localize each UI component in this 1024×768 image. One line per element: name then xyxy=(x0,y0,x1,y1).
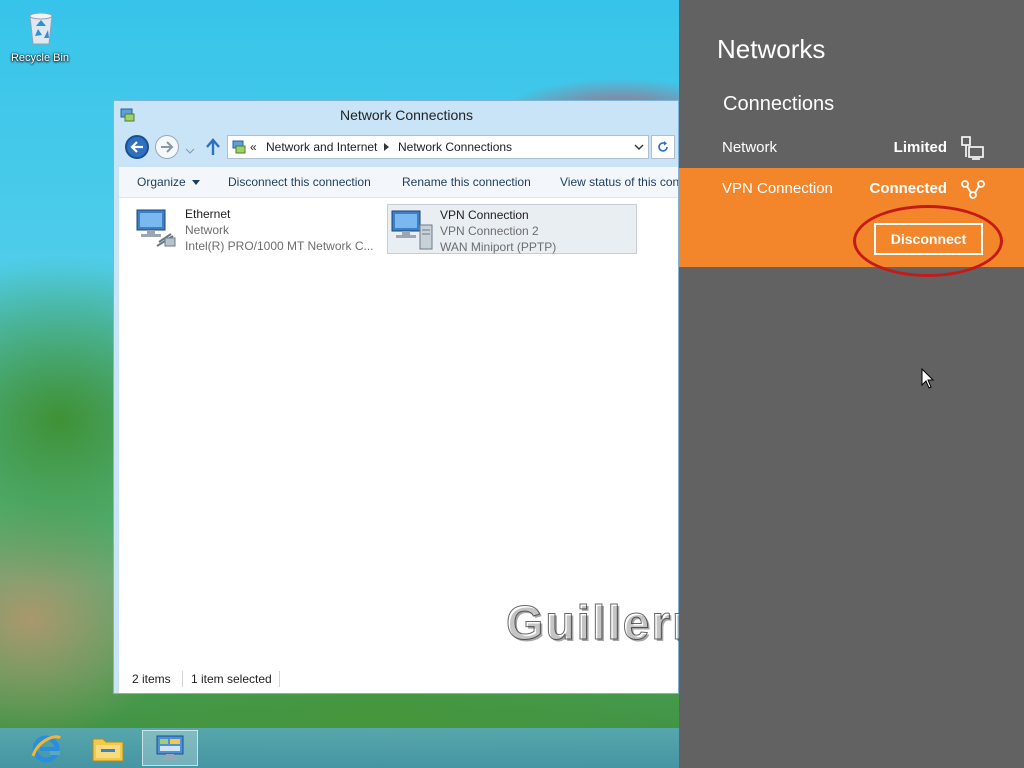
vpn-connection-status: Connected xyxy=(869,180,947,197)
status-divider xyxy=(182,671,183,687)
ethernet-name: Ethernet xyxy=(185,207,231,221)
ethernet-device: Intel(R) PRO/1000 MT Network C... xyxy=(185,239,374,253)
address-history-chevron-icon[interactable] xyxy=(634,141,644,155)
mouse-pointer-icon xyxy=(921,367,935,393)
breadcrumb-separator-icon[interactable] xyxy=(384,140,390,154)
connections-heading: Connections xyxy=(723,93,835,115)
connections-list: Ethernet Network Intel(R) PRO/1000 MT Ne… xyxy=(119,198,678,665)
control-panel-icon xyxy=(232,140,246,154)
recycle-bin-label: Recycle Bin xyxy=(10,52,70,64)
window-titlebar[interactable]: Network Connections xyxy=(114,101,678,131)
address-bar[interactable]: « Network and Internet Network Connectio… xyxy=(227,135,649,159)
ethernet-adapter-icon xyxy=(135,206,179,250)
vpn-name: VPN Connection xyxy=(440,208,529,222)
vpn-device: WAN Miniport (PPTP) xyxy=(440,240,557,254)
address-row: « Network and Internet Network Connectio… xyxy=(119,133,678,163)
networks-title: Networks xyxy=(717,34,826,64)
organize-label: Organize xyxy=(137,175,186,189)
view-status-button[interactable]: View status of this connection xyxy=(560,175,678,189)
vpn-type: VPN Connection 2 xyxy=(440,224,539,238)
command-bar: Organize Disconnect this connection Rena… xyxy=(119,167,678,198)
organize-button[interactable]: Organize xyxy=(137,175,201,189)
organize-chevron-icon xyxy=(192,180,201,186)
up-arrow-icon[interactable] xyxy=(205,138,221,159)
control-panel-icon xyxy=(156,735,184,760)
ethernet-type: Network xyxy=(185,223,230,237)
vpn-connection-name: VPN Connection xyxy=(722,180,833,197)
breadcrumb-overflow[interactable]: « xyxy=(250,140,257,154)
breadcrumb-network-and-internet[interactable]: Network and Internet xyxy=(266,140,377,154)
list-item-ethernet[interactable]: Ethernet Network Intel(R) PRO/1000 MT Ne… xyxy=(133,204,383,254)
forward-button[interactable] xyxy=(155,135,179,159)
taskbar-control-panel[interactable] xyxy=(142,730,198,766)
item-count: 2 items xyxy=(132,672,171,686)
network-status: Limited xyxy=(893,139,947,156)
refresh-icon xyxy=(658,141,668,152)
back-arrow-icon xyxy=(130,141,143,153)
vpn-icon xyxy=(960,176,986,202)
network-name: Network xyxy=(722,139,778,156)
breadcrumb-network-connections[interactable]: Network Connections xyxy=(398,140,512,154)
forward-arrow-icon xyxy=(161,141,174,153)
recycle-bin-shortcut[interactable]: Recycle Bin xyxy=(4,8,76,64)
taskbar-file-explorer[interactable] xyxy=(80,730,136,766)
selection-count: 1 item selected xyxy=(191,672,272,686)
back-button[interactable] xyxy=(125,135,149,159)
connection-row-network[interactable]: Network Limited xyxy=(679,128,1024,168)
vpn-adapter-icon xyxy=(390,207,434,251)
list-item-vpn-connection[interactable]: VPN Connection VPN Connection 2 WAN Mini… xyxy=(387,204,637,254)
recycle-bin-icon xyxy=(26,8,54,45)
status-divider xyxy=(279,671,280,687)
file-explorer-icon xyxy=(92,738,124,762)
status-bar: 2 items 1 item selected xyxy=(119,665,678,693)
recent-locations-chevron-icon[interactable] xyxy=(185,143,195,157)
window-title: Network Connections xyxy=(340,107,474,123)
refresh-button[interactable] xyxy=(651,135,675,159)
rename-connection-button[interactable]: Rename this connection xyxy=(402,175,531,189)
wired-network-icon xyxy=(960,135,986,161)
connection-row-vpn[interactable]: VPN Connection Connected Disconnect xyxy=(679,168,1024,277)
networks-panel: Networks Connections Network Limited VPN… xyxy=(679,0,1024,768)
internet-explorer-icon xyxy=(31,735,62,763)
taskbar-internet-explorer[interactable] xyxy=(18,730,74,766)
disconnect-connection-button[interactable]: Disconnect this connection xyxy=(228,175,371,189)
taskbar xyxy=(0,728,679,768)
disconnect-button[interactable]: Disconnect xyxy=(874,223,983,255)
